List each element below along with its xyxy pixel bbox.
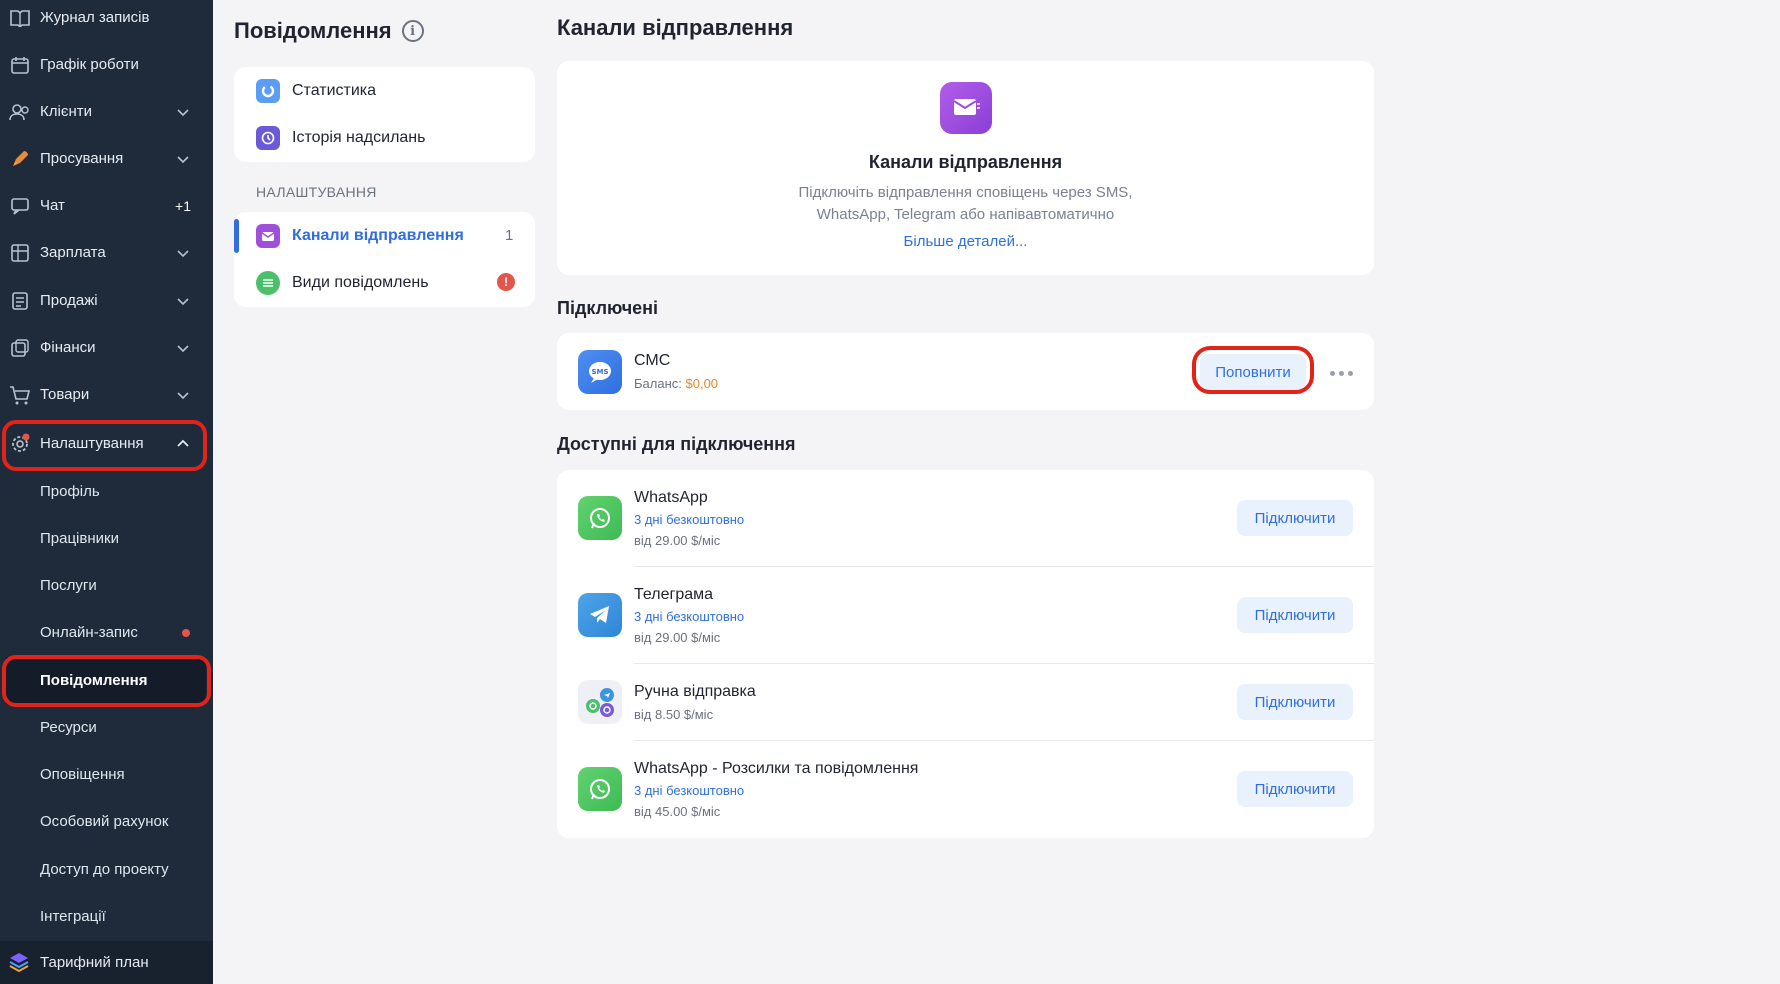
available-section-title: Доступні для підключення bbox=[557, 434, 796, 454]
top-menu-card: Статистика Історія надсилань bbox=[234, 67, 535, 162]
sidebar-item-chat[interactable]: Чат +1 bbox=[0, 182, 213, 229]
sidebar-subitem-services[interactable]: Послуги bbox=[0, 562, 213, 609]
sms-balance: Баланс: $0,00 bbox=[634, 376, 719, 391]
chevron-down-icon bbox=[177, 391, 189, 399]
chevron-down-icon bbox=[177, 344, 189, 352]
whatsapp-mailing-name: WhatsApp - Розсилки та повідомлення bbox=[634, 760, 919, 777]
channels-envelope-icon bbox=[940, 82, 992, 134]
whatsapp-mailing-price: від 45.00 $/міс bbox=[634, 804, 721, 819]
manual-send-price: від 8.50 $/міс bbox=[634, 707, 714, 722]
chevron-down-icon bbox=[177, 297, 189, 305]
settings-menu-card: Канали відправлення 1 Види повідомлень ! bbox=[234, 212, 535, 307]
chevron-down-icon bbox=[177, 249, 189, 257]
chevron-up-icon bbox=[177, 439, 189, 447]
menu-item-channels[interactable]: Канали відправлення bbox=[256, 224, 464, 248]
connected-section-title: Підключені bbox=[557, 298, 659, 318]
divider bbox=[634, 740, 1374, 741]
connect-telegram-button[interactable]: Підключити bbox=[1237, 597, 1353, 633]
alert-icon: ! bbox=[497, 273, 515, 291]
whatsapp-name: WhatsApp bbox=[634, 489, 708, 506]
sidebar-subitem-messages[interactable]: Повідомлення bbox=[6, 657, 206, 704]
telegram-trial: 3 дні безкоштовно bbox=[634, 609, 745, 624]
divider bbox=[634, 566, 1374, 567]
whatsapp-trial: 3 дні безкоштовно bbox=[634, 512, 745, 527]
connect-whatsapp-button[interactable]: Підключити bbox=[1237, 500, 1353, 536]
hero-description: Підключіть відправлення сповіщень через … bbox=[798, 184, 1133, 223]
sidebar-item-promotion[interactable]: Просування bbox=[0, 135, 213, 182]
goods-icon bbox=[8, 383, 32, 407]
whatsapp-icon bbox=[578, 496, 622, 540]
sidebar-item-schedule[interactable]: Графік роботи bbox=[0, 41, 213, 88]
settings-icon bbox=[8, 432, 32, 456]
telegram-icon bbox=[578, 593, 622, 637]
svg-text:SMS: SMS bbox=[591, 368, 608, 376]
journal-icon bbox=[8, 6, 32, 30]
statistics-icon bbox=[256, 79, 280, 103]
finance-icon bbox=[8, 336, 32, 360]
message-types-icon bbox=[256, 271, 280, 295]
whatsapp-price: від 29.00 $/міс bbox=[634, 533, 721, 548]
sidebar-subitem-integrations[interactable]: Інтеграції bbox=[0, 893, 213, 940]
sidebar-subitem-account[interactable]: Особовий рахунок bbox=[0, 798, 213, 845]
sidebar-item-finance[interactable]: Фінанси bbox=[0, 324, 213, 371]
sidebar-item-goods[interactable]: Товари bbox=[0, 371, 213, 418]
salary-icon bbox=[8, 241, 32, 265]
sidebar-subitem-resources[interactable]: Ресурси bbox=[0, 704, 213, 751]
menu-item-statistics[interactable]: Статистика bbox=[256, 79, 376, 103]
rocket-icon bbox=[8, 147, 32, 171]
history-icon bbox=[256, 126, 280, 150]
more-details-link[interactable]: Більше деталей... bbox=[557, 233, 1374, 250]
divider bbox=[634, 663, 1374, 664]
sidebar-subitem-profile[interactable]: Профіль bbox=[0, 468, 213, 515]
menu-item-history[interactable]: Історія надсилань bbox=[256, 126, 425, 150]
sms-icon: SMS bbox=[578, 350, 622, 394]
sidebar-subitem-employees[interactable]: Працівники bbox=[0, 515, 213, 562]
settings-section-label: НАЛАШТУВАННЯ bbox=[256, 184, 377, 200]
manual-send-icon bbox=[578, 680, 622, 724]
sms-name: СМС bbox=[634, 352, 671, 369]
telegram-price: від 29.00 $/міс bbox=[634, 630, 721, 645]
notification-dot bbox=[182, 629, 190, 637]
whatsapp-mailing-trial: 3 дні безкоштовно bbox=[634, 783, 745, 798]
sidebar-item-clients[interactable]: Клієнти bbox=[0, 88, 213, 135]
more-options-icon[interactable] bbox=[1330, 371, 1353, 376]
channels-count: 1 bbox=[505, 227, 514, 244]
sidebar-item-salary[interactable]: Зарплата bbox=[0, 229, 213, 276]
info-icon[interactable]: i bbox=[401, 20, 424, 42]
chevron-down-icon bbox=[177, 155, 189, 163]
sales-icon bbox=[8, 289, 32, 313]
layers-icon bbox=[8, 951, 30, 977]
manual-send-name: Ручна відправка bbox=[634, 683, 756, 700]
sidebar-item-sales[interactable]: Продажі bbox=[0, 277, 213, 324]
envelope-icon bbox=[256, 224, 280, 248]
page-title: Повідомлення i bbox=[234, 18, 424, 44]
sidebar-item-journal[interactable]: Журнал записів bbox=[0, 0, 213, 41]
chat-icon bbox=[8, 194, 32, 218]
chevron-down-icon bbox=[177, 108, 189, 116]
whatsapp-mailing-icon bbox=[578, 767, 622, 811]
sidebar-subitem-project-access[interactable]: Доступ до проекту bbox=[0, 846, 213, 893]
connect-manual-button[interactable]: Підключити bbox=[1237, 684, 1353, 720]
connect-whatsapp-mailing-button[interactable]: Підключити bbox=[1237, 771, 1353, 807]
sidebar-subitem-online-booking[interactable]: Онлайн-запис bbox=[0, 609, 213, 656]
clients-icon bbox=[8, 100, 32, 124]
sidebar: Журнал записів Графік роботи Клієнти Про… bbox=[0, 0, 213, 984]
telegram-name: Телеграма bbox=[634, 586, 714, 603]
sidebar-subitem-notifications[interactable]: Оповіщення bbox=[0, 751, 213, 798]
channels-title: Канали відправлення bbox=[557, 15, 794, 40]
top-up-button[interactable]: Поповнити bbox=[1200, 354, 1306, 390]
calendar-icon bbox=[8, 53, 32, 77]
sidebar-item-tariff[interactable]: Тарифний план bbox=[0, 941, 213, 984]
active-indicator bbox=[234, 219, 239, 253]
chat-unread-badge: +1 bbox=[175, 197, 191, 214]
hero-title: Канали відправлення bbox=[868, 152, 1063, 172]
sidebar-item-settings[interactable]: Налаштування bbox=[0, 420, 213, 467]
menu-item-message-types[interactable]: Види повідомлень bbox=[256, 271, 429, 295]
